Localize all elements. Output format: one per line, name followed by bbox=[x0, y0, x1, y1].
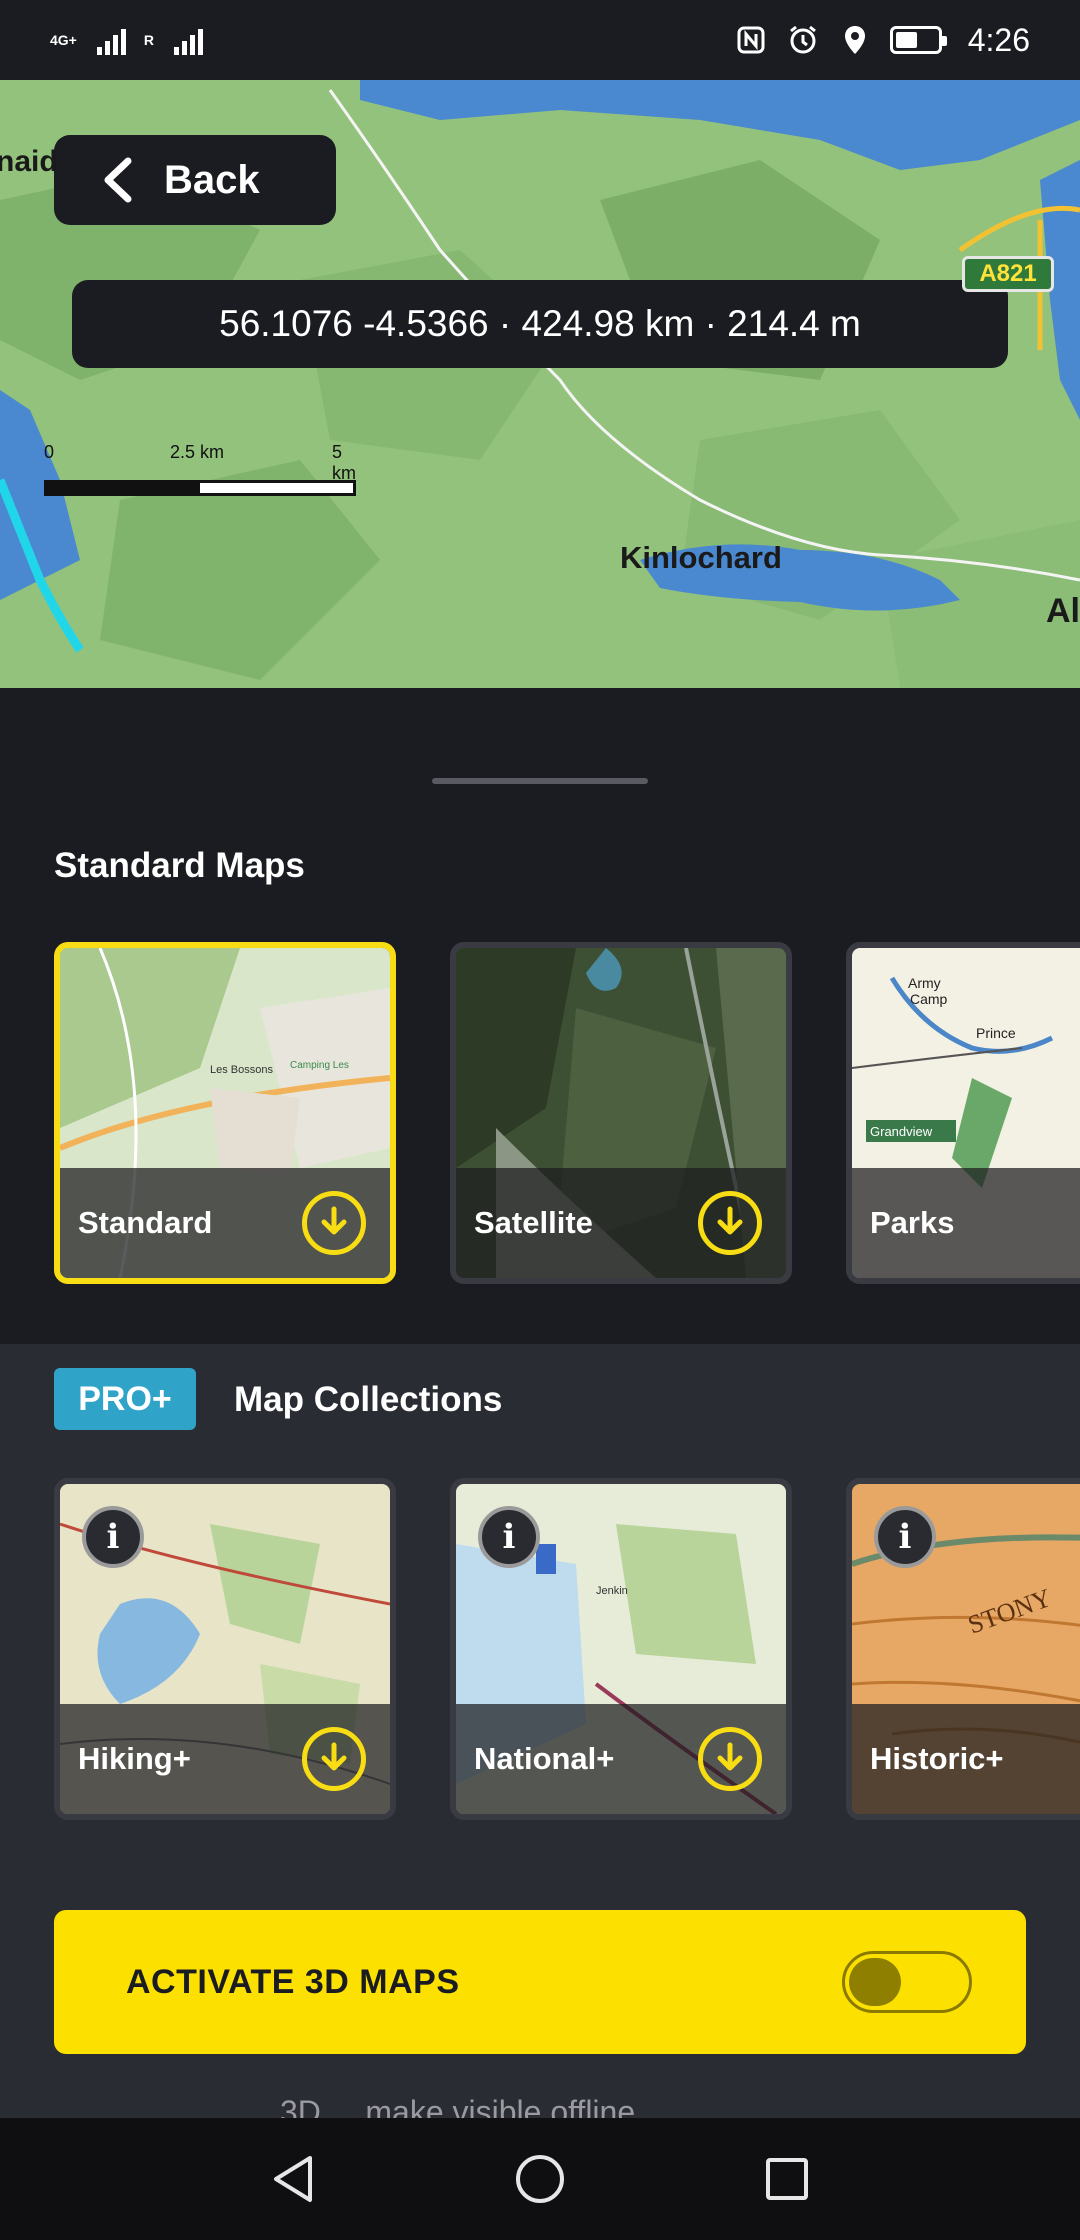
nav-back-button[interactable] bbox=[263, 2149, 323, 2209]
svg-text:Army: Army bbox=[908, 975, 941, 991]
coordinate-readout: 56.1076 -4.5366 · 424.98 km · 214.4 m bbox=[72, 280, 1008, 368]
card-overlay: Historic+ bbox=[852, 1704, 1080, 1814]
scale-label-mid: 2.5 km bbox=[170, 442, 225, 462]
map-card-parks[interactable]: Grandview Army Camp Prince Parks bbox=[846, 942, 1080, 1284]
standard-maps-title: Standard Maps bbox=[54, 846, 305, 885]
card-overlay: Satellite bbox=[456, 1168, 786, 1278]
map-card-hiking-plus[interactable]: i Hiking+ bbox=[54, 1478, 396, 1820]
signal-icon-2 bbox=[173, 25, 203, 55]
map-card-historic-plus[interactable]: STONY i Historic+ bbox=[846, 1478, 1080, 1820]
back-label: Back bbox=[164, 157, 260, 202]
scale-bar bbox=[44, 480, 356, 496]
road-badge: A821 bbox=[962, 256, 1054, 292]
download-icon[interactable] bbox=[302, 1191, 366, 1255]
toggle-knob bbox=[849, 1958, 901, 2006]
network-type: 4G+ bbox=[50, 32, 77, 48]
info-icon[interactable]: i bbox=[874, 1506, 936, 1568]
signal-icon bbox=[96, 25, 126, 55]
map-card-label: Parks bbox=[870, 1205, 955, 1240]
status-bar: 4G+ R 4:26 bbox=[0, 0, 1080, 80]
svg-text:Camp: Camp bbox=[910, 991, 948, 1007]
place-label-kinlochard: Kinlochard bbox=[620, 540, 782, 575]
activate-3d-maps-button[interactable]: ACTIVATE 3D MAPS bbox=[54, 1910, 1026, 2054]
nav-home-button[interactable] bbox=[510, 2149, 570, 2209]
svg-text:Grandview: Grandview bbox=[870, 1124, 933, 1139]
map-collections-title: Map Collections bbox=[234, 1380, 503, 1419]
download-icon[interactable] bbox=[698, 1727, 762, 1791]
map-card-label: Hiking+ bbox=[78, 1741, 191, 1776]
battery-icon bbox=[889, 26, 947, 54]
card-overlay: Parks bbox=[852, 1168, 1080, 1278]
circle-home-icon bbox=[515, 2155, 564, 2203]
location-icon bbox=[838, 23, 872, 57]
info-icon[interactable]: i bbox=[478, 1506, 540, 1568]
map-card-national-plus[interactable]: Jenkin i National+ bbox=[450, 1478, 792, 1820]
square-recents-icon bbox=[765, 2158, 808, 2200]
back-button[interactable]: Back bbox=[54, 135, 336, 225]
pro-plus-badge: PRO+ bbox=[54, 1368, 196, 1430]
map-collections-section: PRO+ Map Collections i Hiking+ Jenkin i … bbox=[0, 1344, 1080, 2130]
card-overlay: National+ bbox=[456, 1704, 786, 1814]
triangle-back-icon bbox=[274, 2156, 313, 2202]
system-nav-bar bbox=[0, 2118, 1080, 2240]
map-card-label: Standard bbox=[78, 1205, 213, 1240]
clock: 4:26 bbox=[967, 21, 1030, 58]
download-icon[interactable] bbox=[302, 1727, 366, 1791]
place-label-right: Al bbox=[1046, 592, 1080, 630]
place-label-left: naid bbox=[0, 145, 58, 178]
card-overlay: Standard bbox=[60, 1168, 390, 1278]
map-card-label: Satellite bbox=[474, 1205, 593, 1240]
chevron-left-icon bbox=[104, 157, 132, 203]
card-overlay: Hiking+ bbox=[60, 1704, 390, 1814]
nfc-icon bbox=[734, 23, 768, 57]
map-layers-sheet: Standard Maps Les Bossons Camping Les St… bbox=[0, 688, 1080, 2130]
map-card-label: National+ bbox=[474, 1741, 615, 1776]
svg-text:Camping Les: Camping Les bbox=[290, 1060, 349, 1071]
info-icon[interactable]: i bbox=[82, 1506, 144, 1568]
map-view[interactable]: Back 56.1076 -4.5366 · 424.98 km · 214.4… bbox=[0, 80, 1080, 688]
map-card-standard[interactable]: Les Bossons Camping Les Standard bbox=[54, 942, 396, 1284]
svg-text:Les Bossons: Les Bossons bbox=[210, 1064, 273, 1076]
status-right: 4:26 bbox=[734, 22, 1030, 59]
activate-3d-label: ACTIVATE 3D MAPS bbox=[126, 1962, 460, 2001]
scale-label-end: 5 km bbox=[332, 442, 356, 483]
roaming-indicator: R bbox=[143, 32, 154, 48]
nav-recents-button[interactable] bbox=[757, 2149, 817, 2209]
map-card-label: Historic+ bbox=[870, 1741, 1004, 1776]
3d-maps-toggle[interactable] bbox=[842, 1951, 972, 2013]
screen: 4G+ R 4:26 Back 56.1076 -4.5366 · 424.98… bbox=[0, 0, 1080, 2240]
scale-label-0: 0 bbox=[44, 442, 55, 462]
sheet-handle[interactable] bbox=[432, 778, 648, 784]
map-scale: 0 2.5 km 5 km bbox=[44, 442, 364, 496]
alarm-icon bbox=[786, 23, 820, 57]
map-card-satellite[interactable]: Satellite bbox=[450, 942, 792, 1284]
status-left: 4G+ R bbox=[50, 25, 203, 55]
svg-text:Prince: Prince bbox=[976, 1025, 1016, 1041]
download-icon[interactable] bbox=[698, 1191, 762, 1255]
svg-text:Jenkin: Jenkin bbox=[596, 1585, 628, 1597]
